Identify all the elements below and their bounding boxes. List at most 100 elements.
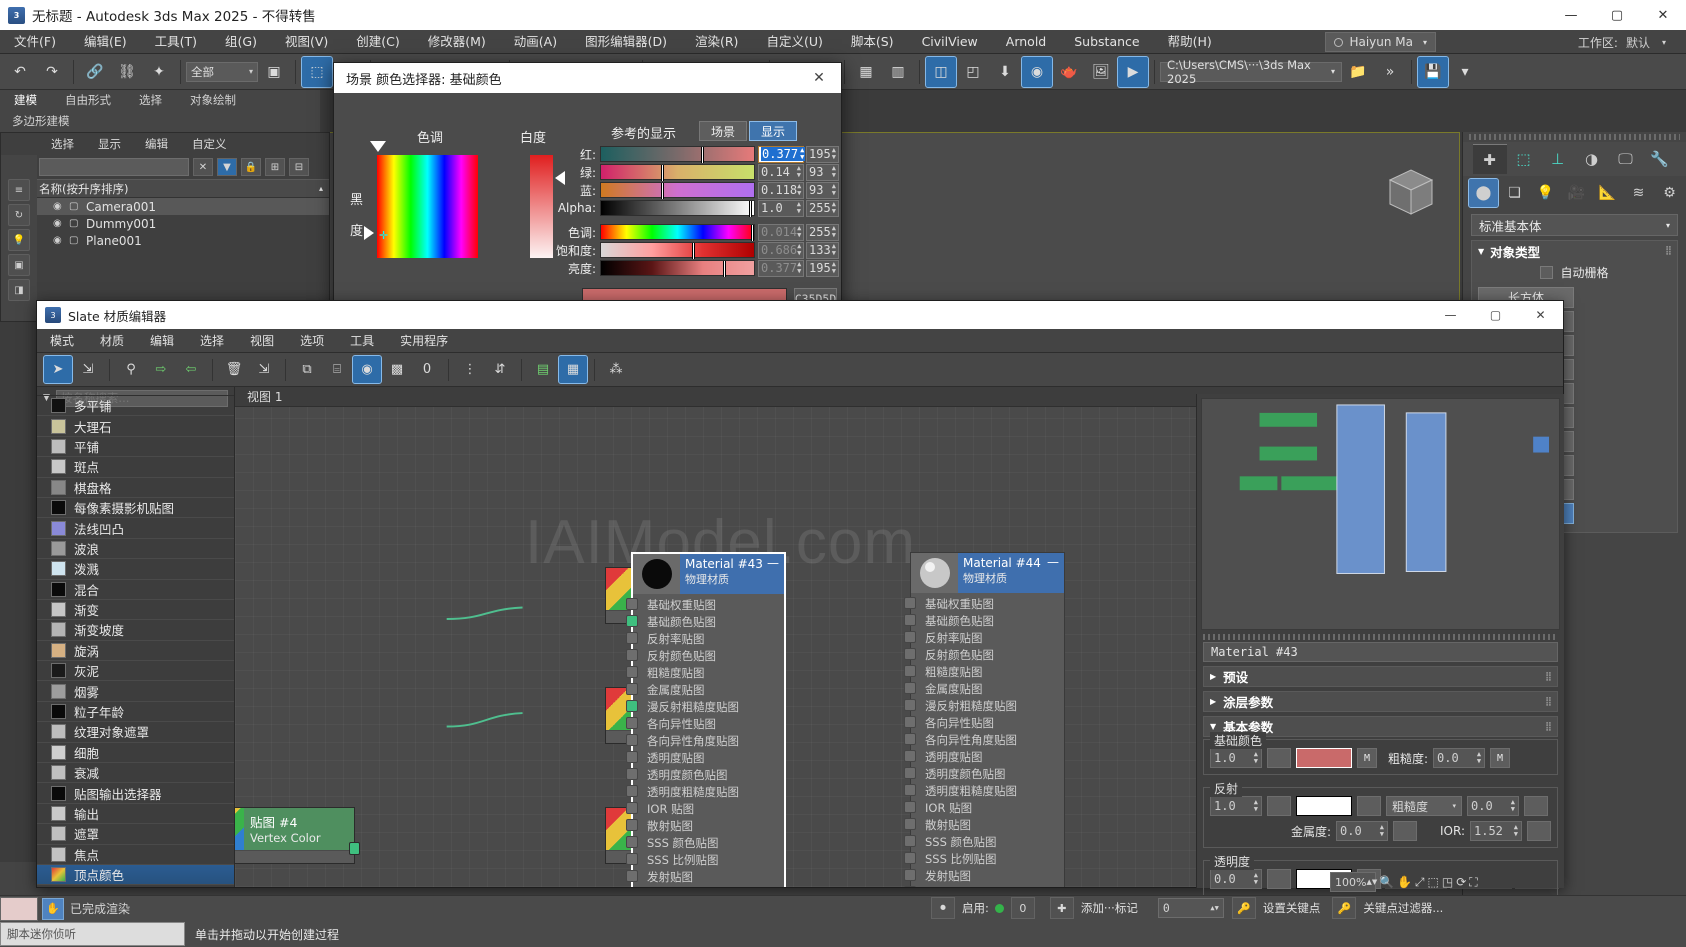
render-production-icon[interactable]: 🫖 [1054,57,1084,87]
material-slot-2[interactable]: 反射率贴图 [633,630,784,647]
browser-item-6[interactable]: 法线凹凸 [37,518,234,538]
material-slot-15[interactable]: SSS 比例贴图 [911,850,1064,867]
material-slot-pin[interactable] [904,733,916,745]
material-slot-pin[interactable] [904,597,916,609]
helpers-icon[interactable]: 📐 [1593,179,1622,207]
slate-window-controls[interactable]: — ▢ ✕ [1428,301,1563,329]
material-slot-5[interactable]: 金属度贴图 [911,680,1064,697]
menu-item-0[interactable]: 文件(F) [0,30,70,54]
slate-maximize-button[interactable]: ▢ [1473,301,1518,329]
ribbon-tab-3[interactable]: 对象绘制 [176,90,250,111]
material-slot-10[interactable]: 透明度颜色贴图 [911,765,1064,782]
material-slot-pin[interactable] [626,683,638,695]
zoom-region-icon[interactable]: ⬚ [1428,875,1439,889]
toolbar-expand-icon[interactable]: ▾ [1450,57,1480,87]
cameras-icon[interactable]: 🎥 [1562,179,1591,207]
texture-node-3[interactable]: 贴图 #4Vertex Color [235,807,355,864]
menu-item-15[interactable]: 帮助(H) [1154,30,1226,54]
channel-slider-1[interactable] [600,164,755,180]
material-slot-pin[interactable] [904,801,916,813]
explorer-tool-5-icon[interactable]: ◨ [8,279,30,301]
material-slot-pin[interactable] [626,632,638,644]
explorer-search-input[interactable] [39,158,189,176]
menu-item-4[interactable]: 视图(V) [271,30,342,54]
slate-select-by-material-icon[interactable]: ⋮ [456,356,484,383]
material-slot-pin[interactable] [626,853,638,865]
material-slot-7[interactable]: 各向异性贴图 [911,714,1064,731]
browser-item-10[interactable]: 渐变 [37,600,234,620]
slate-menu-7[interactable]: 实用程序 [387,329,461,353]
explorer-filter-icon[interactable]: ▼ [217,158,237,176]
transparency-weight-spinner[interactable]: 0.0▲▼ [1210,869,1262,889]
material-slot-pin[interactable] [626,768,638,780]
select-object-icon[interactable]: ▣ [259,57,289,87]
bind-space-warp-icon[interactable]: ✦ [144,57,174,87]
explorer-tool-1-icon[interactable]: ≡ [8,179,30,201]
base-weight-map-button[interactable] [1267,748,1291,768]
explore-folder-icon[interactable]: 📁 [1343,57,1373,87]
material-slot-10[interactable]: 透明度颜色贴图 [633,766,784,783]
color-picker-dialog[interactable]: 场景 颜色选择器: 基础颜色 ✕ 色调 白度 黑 度 ✛ 参考的显示 场景 显示… [333,62,842,328]
zoom-percent-field[interactable]: 100% ▲▼ [1330,872,1376,892]
material-node-collapse-icon[interactable]: — [1047,555,1059,569]
visibility-icon[interactable]: ◉ [53,218,65,230]
transparency-map-button[interactable] [1267,869,1291,889]
command-panel-grip[interactable] [1469,134,1680,140]
viewcube[interactable] [1376,162,1446,224]
slate-material-id-icon[interactable]: 0 [413,356,441,383]
browser-item-14[interactable]: 烟雾 [37,681,234,701]
material-slot-8[interactable]: 各向异性角度贴图 [633,732,784,749]
modify-tab-icon[interactable]: ⬚ [1507,144,1541,174]
selection-filter-combo[interactable]: 全部 ▾ [186,62,258,82]
menu-item-1[interactable]: 编辑(E) [70,30,141,54]
material-slot-pin[interactable] [626,802,638,814]
material-slot-1[interactable]: 基础颜色贴图 [633,613,784,630]
color-field[interactable]: ✛ [377,155,478,258]
channel-value-2[interactable]: 0.118▲▼ [758,182,804,199]
systems-icon[interactable]: ⚙ [1655,179,1684,207]
slate-close-button[interactable]: ✕ [1518,301,1563,329]
field-of-view-icon[interactable]: ◳ [1442,875,1453,889]
refl-roughness-map-button[interactable] [1524,796,1548,816]
refl-weight-map-button[interactable] [1267,796,1291,816]
material-slot-pin[interactable] [626,734,638,746]
key-count-box[interactable]: 0 [1011,897,1035,919]
ribbon-tab-2[interactable]: 选择 [125,90,176,111]
material-slot-13[interactable]: 散射贴图 [911,816,1064,833]
refl-color-map-button[interactable] [1357,796,1381,816]
browser-item-17[interactable]: 细胞 [37,743,234,763]
explorer-column-header[interactable]: 名称(按升序排序) ▴ [1,179,329,198]
channel-value-0[interactable]: 0.377▲▼ [758,146,804,163]
menu-item-13[interactable]: Arnold [992,30,1060,54]
menu-item-9[interactable]: 渲染(R) [681,30,752,54]
whiteness-bar[interactable] [530,155,553,258]
explorer-tool-2-icon[interactable]: ↻ [8,204,30,226]
material-slot-9[interactable]: 透明度贴图 [911,748,1064,765]
explorer-tab-2[interactable]: 编辑 [133,136,180,152]
browser-item-21[interactable]: 遮罩 [37,824,234,844]
refl-mode-dropdown[interactable]: 粗糙度▾ [1386,796,1462,816]
ribbon-tab-1[interactable]: 自由形式 [51,90,125,111]
maxscript-listener[interactable]: 脚本迷你侦听 [0,922,185,946]
close-button[interactable]: ✕ [1640,0,1686,30]
material-slot-6[interactable]: 漫反射粗糙度贴图 [633,698,784,715]
zoom-icon[interactable]: 🔍 [1379,875,1394,889]
hierarchy-tab-icon[interactable]: ⊥ [1541,144,1575,174]
refl-weight-spinner[interactable]: 1.0▲▼ [1210,796,1262,816]
material-slot-pin[interactable] [904,682,916,694]
material-slot-pin[interactable] [904,835,916,847]
hsv-int-1[interactable]: 133▲▼ [806,242,839,259]
slate-menu-4[interactable]: 视图 [237,329,287,353]
slate-move-children-icon[interactable]: ⇲ [74,356,102,383]
slate-move-child-icon[interactable]: ⇲ [250,356,278,383]
geometry-icon[interactable]: ⬤ [1469,179,1498,207]
material-slot-pin[interactable] [626,700,638,712]
channel-int-1[interactable]: 93▲▼ [806,164,839,181]
material-slot-pin[interactable] [626,598,638,610]
menu-item-7[interactable]: 动画(A) [500,30,571,54]
material-slot-pin[interactable] [626,649,638,661]
material-slot-pin[interactable] [904,648,916,660]
menu-item-10[interactable]: 自定义(U) [752,30,836,54]
channel-slider-2[interactable] [600,182,755,198]
maximize-viewport-icon[interactable]: ⛶ [1469,875,1477,890]
